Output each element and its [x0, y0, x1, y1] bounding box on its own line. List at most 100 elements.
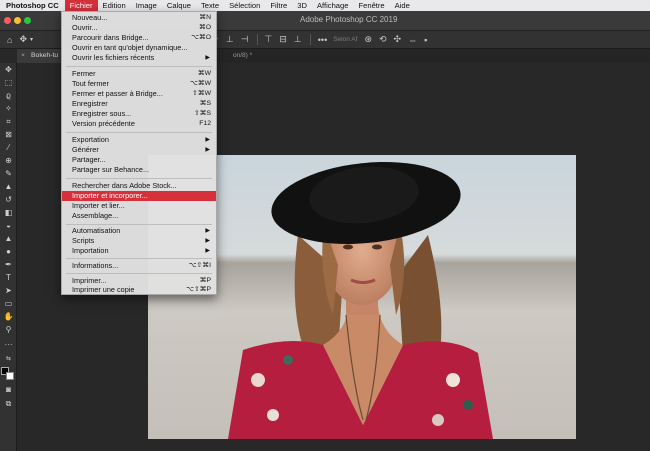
dodge-icon[interactable]: ●	[3, 247, 14, 256]
menu-item-parcourir-bridge[interactable]: Parcourir dans Bridge... ⌥⌘O	[62, 33, 216, 43]
menu-divider	[66, 132, 212, 133]
3d-mode-label: Selon Af	[333, 36, 358, 43]
menu-item-partager-behance[interactable]: Partager sur Behance...	[62, 165, 216, 175]
menu-item-label: Tout fermer	[72, 79, 109, 88]
menu-divider	[66, 258, 212, 259]
menu-item-automatisation[interactable]: Automatisation ▶	[62, 226, 216, 236]
shortcut: ⌘W	[197, 70, 211, 77]
type-icon[interactable]: T	[3, 273, 14, 282]
menu-aide[interactable]: Aide	[390, 0, 415, 11]
submenu-arrow-icon: ▶	[205, 137, 210, 143]
menu-item-label: Partager sur Behance...	[72, 165, 150, 174]
more-options-icon[interactable]: •••	[318, 35, 327, 45]
shape-icon[interactable]: ▭	[3, 299, 14, 308]
home-icon[interactable]: ⌂	[7, 35, 12, 45]
path-select-icon[interactable]: ➤	[3, 286, 14, 295]
stamp-icon[interactable]: ▲	[3, 182, 14, 191]
brush-icon[interactable]: ✎	[3, 169, 14, 178]
app-name[interactable]: Photoshop CC	[0, 1, 65, 10]
crop-icon[interactable]: ⌗	[3, 117, 14, 126]
shortcut: ⌥⇧⌘I	[188, 262, 211, 269]
3d-roll-icon[interactable]: ⟲	[379, 34, 387, 45]
screen-mode-icon[interactable]: ⧉	[3, 399, 14, 408]
background-color-swatch[interactable]	[6, 372, 14, 380]
chevron-down-icon[interactable]: ▾	[30, 36, 33, 43]
shortcut: ⌥⌘O	[191, 34, 211, 41]
menu-affichage[interactable]: Affichage	[312, 0, 354, 11]
submenu-arrow-icon: ▶	[205, 147, 210, 153]
menu-item-importer-lier[interactable]: Importer et lier...	[62, 201, 216, 211]
marquee-icon[interactable]: ⬚	[3, 78, 14, 87]
align-middle-icon[interactable]: ⊟	[279, 34, 287, 45]
menu-3d[interactable]: 3D	[292, 0, 312, 11]
eraser-icon[interactable]: ◧	[3, 208, 14, 217]
move-tool-option-icon[interactable]: ✥	[19, 34, 27, 45]
hand-icon[interactable]: ✋	[3, 312, 14, 321]
menu-item-label: Importation	[72, 246, 109, 255]
3d-pan-icon[interactable]: ✣	[394, 34, 402, 45]
menu-image[interactable]: Image	[131, 0, 162, 11]
3d-scale-icon[interactable]: ▪	[424, 35, 427, 45]
menu-item-enregistrer[interactable]: Enregistrer ⌘S	[62, 99, 216, 109]
menu-item-version-precedente[interactable]: Version précédente F12	[62, 119, 216, 129]
menu-item-generer[interactable]: Générer ▶	[62, 145, 216, 155]
shortcut: ⇧⌘W	[192, 90, 211, 97]
document-tab-suffix[interactable]: on/8) *	[233, 49, 263, 63]
menu-item-scripts[interactable]: Scripts ▶	[62, 236, 216, 246]
default-colors-icon[interactable]: ⇆	[3, 355, 14, 364]
zoom-window-button[interactable]	[24, 17, 31, 24]
menu-fichier[interactable]: Fichier	[64, 0, 98, 11]
menu-filtre[interactable]: Filtre	[265, 0, 292, 11]
menu-item-tout-fermer[interactable]: Tout fermer ⌥⌘W	[62, 79, 216, 89]
menu-calque[interactable]: Calque	[162, 0, 196, 11]
menu-item-imprimer-copie[interactable]: Imprimer une copie ⌥⇧⌘P	[62, 285, 216, 295]
window-title: Adobe Photoshop CC 2019	[300, 15, 398, 24]
menu-item-ouvrir-objet-dynamique[interactable]: Ouvrir en tant qu'objet dynamique...	[62, 43, 216, 53]
menu-item-fermer-bridge[interactable]: Fermer et passer à Bridge... ⇧⌘W	[62, 89, 216, 99]
menu-texte[interactable]: Texte	[196, 0, 224, 11]
move-icon[interactable]: ✥	[3, 65, 14, 74]
frame-icon[interactable]: ⊠	[3, 130, 14, 139]
minimize-window-button[interactable]	[14, 17, 21, 24]
menu-item-importation[interactable]: Importation ▶	[62, 246, 216, 256]
paint-bucket-icon[interactable]: ◒	[3, 221, 14, 230]
menu-fenetre[interactable]: Fenêtre	[353, 0, 389, 11]
quick-mask-icon[interactable]: ◙	[3, 385, 14, 394]
more-tools-icon[interactable]: ···	[3, 340, 14, 349]
menu-item-label: Exportation	[72, 135, 109, 144]
eyedropper-icon[interactable]: ⁄	[3, 143, 14, 152]
menu-item-partager[interactable]: Partager...	[62, 155, 216, 165]
healing-brush-icon[interactable]: ⊕	[3, 156, 14, 165]
menu-item-label: Imprimer une copie	[72, 285, 135, 294]
menu-item-importer-incorporer[interactable]: Importer et incorporer...	[62, 191, 216, 201]
3d-slide-icon[interactable]: ⇔	[408, 35, 417, 45]
lasso-icon[interactable]: ϱ	[3, 91, 14, 100]
align-center-icon[interactable]: ⊥	[226, 34, 234, 45]
menu-item-nouveau[interactable]: Nouveau... ⌘N	[62, 13, 216, 23]
align-bottom-icon[interactable]: ⊥	[294, 34, 302, 45]
menu-item-label: Nouveau...	[72, 13, 108, 22]
close-window-button[interactable]	[4, 17, 11, 24]
menu-item-label: Fermer	[72, 69, 96, 78]
menu-item-adobe-stock[interactable]: Rechercher dans Adobe Stock...	[62, 181, 216, 191]
menu-item-ouvrir[interactable]: Ouvrir... ⌘O	[62, 23, 216, 33]
zoom-icon[interactable]: ⚲	[3, 325, 14, 334]
menu-item-fermer[interactable]: Fermer ⌘W	[62, 69, 216, 79]
menu-item-assemblage[interactable]: Assemblage...	[62, 211, 216, 221]
menu-item-fichiers-recents[interactable]: Ouvrir les fichiers récents ▶	[62, 53, 216, 63]
menu-item-label: Importer et lier...	[72, 201, 125, 210]
pen-icon[interactable]: ✒	[3, 260, 14, 269]
3d-orbit-icon[interactable]: ⊛	[364, 34, 372, 45]
align-right-icon[interactable]: ⊣	[241, 34, 249, 45]
menu-edition[interactable]: Edition	[98, 0, 131, 11]
magic-wand-icon[interactable]: ✧	[3, 104, 14, 113]
align-top-icon[interactable]: ⊤	[265, 34, 273, 45]
menu-item-informations[interactable]: Informations... ⌥⇧⌘I	[62, 261, 216, 271]
menu-item-exportation[interactable]: Exportation ▶	[62, 135, 216, 145]
close-tab-icon[interactable]: ×	[21, 49, 25, 63]
menu-item-label: Scripts	[72, 236, 95, 245]
menu-item-enregistrer-sous[interactable]: Enregistrer sous... ⇧⌘S	[62, 109, 216, 119]
history-brush-icon[interactable]: ↺	[3, 195, 14, 204]
gradient-icon[interactable]: ▲	[3, 234, 14, 243]
menu-selection[interactable]: Sélection	[224, 0, 265, 11]
